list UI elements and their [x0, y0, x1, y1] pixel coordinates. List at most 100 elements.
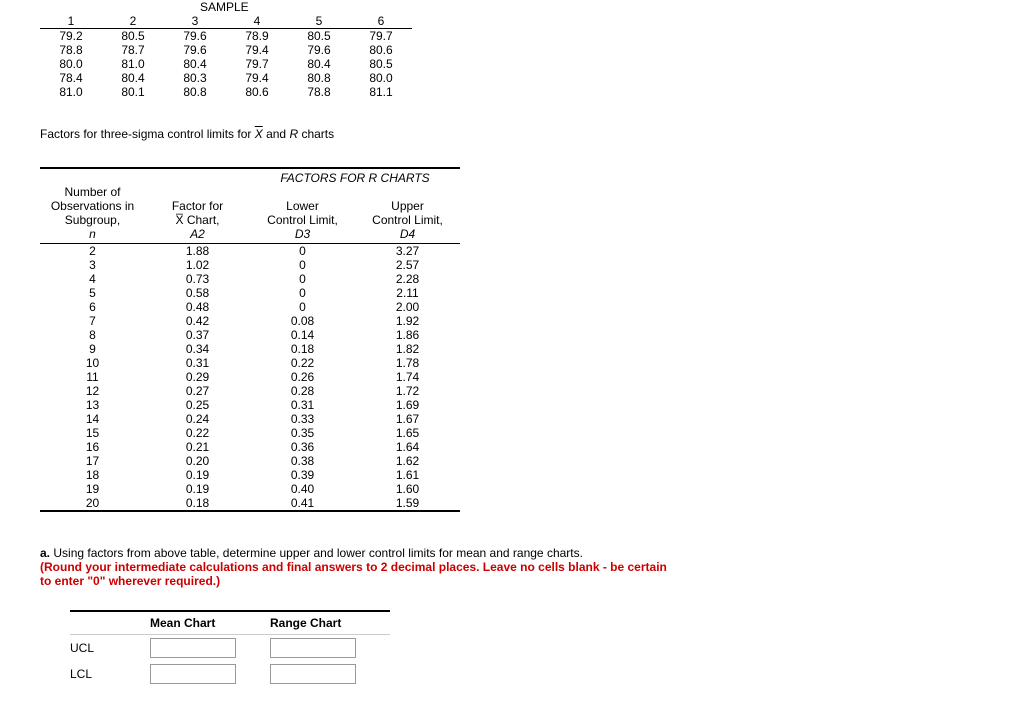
question-letter: a.	[40, 546, 50, 560]
factors-row: 190.190.401.60	[40, 482, 460, 496]
answer-row-ucl: UCL	[70, 635, 390, 662]
sample-table-wrap: SAMPLE 1 2 3 4 5 6 79.280.579.678.980.57…	[40, 0, 1024, 99]
factors-cell-d3: 0.39	[250, 468, 355, 482]
factors-cell-a2: 1.02	[145, 258, 250, 272]
ucl-label: UCL	[70, 635, 150, 662]
sample-row: 78.480.480.379.480.880.0	[40, 71, 412, 85]
factors-cell-n: 20	[40, 496, 145, 510]
question-text: a. Using factors from above table, deter…	[40, 546, 680, 588]
factors-cell-d3: 0.28	[250, 384, 355, 398]
col-n-blank	[40, 169, 145, 185]
factors-table: FACTORS FOR R CHARTS Number of Observati…	[40, 169, 460, 510]
sample-title: SAMPLE	[200, 0, 1024, 14]
factors-cell-d4: 2.00	[355, 300, 460, 314]
factors-cell-d3: 0.38	[250, 454, 355, 468]
factors-cell-d3: 0	[250, 258, 355, 272]
sample-cell: 79.6	[164, 29, 226, 44]
sample-col-6: 6	[350, 14, 412, 29]
answer-table: Mean Chart Range Chart UCL LCL	[70, 612, 390, 687]
factors-cell-d3: 0.35	[250, 426, 355, 440]
factors-row: 90.340.181.82	[40, 342, 460, 356]
factors-cell-n: 5	[40, 286, 145, 300]
factors-cell-d3: 0.31	[250, 398, 355, 412]
factors-cell-a2: 0.21	[145, 440, 250, 454]
factors-cell-d3: 0	[250, 300, 355, 314]
sample-cell: 79.2	[40, 29, 102, 44]
sample-cell: 79.6	[164, 43, 226, 57]
factors-cell-d3: 0.14	[250, 328, 355, 342]
sample-cell: 79.4	[226, 71, 288, 85]
lcl-label: LCL	[70, 661, 150, 687]
sample-row: 79.280.579.678.980.579.7	[40, 29, 412, 44]
sample-cell: 78.9	[226, 29, 288, 44]
factors-cell-a2: 0.19	[145, 468, 250, 482]
factors-row: 150.220.351.65	[40, 426, 460, 440]
xbar-symbol: X	[255, 127, 263, 141]
factors-cell-a2: 0.31	[145, 356, 250, 370]
ucl-range-input[interactable]	[270, 638, 356, 658]
factors-table-wrap: FACTORS FOR R CHARTS Number of Observati…	[40, 167, 460, 512]
sample-cell: 81.0	[102, 57, 164, 71]
question-body: Using factors from above table, determin…	[53, 546, 583, 560]
sample-cell: 78.7	[102, 43, 164, 57]
sample-cell: 80.3	[164, 71, 226, 85]
factors-cell-d3: 0	[250, 244, 355, 259]
sample-cell: 80.5	[288, 29, 350, 44]
factors-cell-a2: 0.29	[145, 370, 250, 384]
sample-cell: 80.1	[102, 85, 164, 99]
answer-col-range: Range Chart	[270, 612, 390, 635]
question-block: a. Using factors from above table, deter…	[40, 546, 680, 588]
answer-table-wrap: Mean Chart Range Chart UCL LCL	[70, 610, 390, 687]
factors-row: 160.210.361.64	[40, 440, 460, 454]
sample-col-3: 3	[164, 14, 226, 29]
sample-cell: 80.6	[226, 85, 288, 99]
ucl-mean-input[interactable]	[150, 638, 236, 658]
answer-col-mean: Mean Chart	[150, 612, 270, 635]
factors-cell-n: 2	[40, 244, 145, 259]
lcl-mean-input[interactable]	[150, 664, 236, 684]
answer-row-lcl: LCL	[70, 661, 390, 687]
sample-row: 81.080.180.880.678.881.1	[40, 85, 412, 99]
factors-row: 31.0202.57	[40, 258, 460, 272]
sample-cell: 79.7	[226, 57, 288, 71]
sample-cell: 79.4	[226, 43, 288, 57]
sample-cell: 80.6	[350, 43, 412, 57]
factors-row: 80.370.141.86	[40, 328, 460, 342]
lcl-range-input[interactable]	[270, 664, 356, 684]
sample-cell: 80.8	[288, 71, 350, 85]
sample-table: 1 2 3 4 5 6 79.280.579.678.980.579.778.8…	[40, 14, 412, 99]
factors-caption: Factors for three-sigma control limits f…	[40, 127, 1024, 141]
sample-cell: 78.4	[40, 71, 102, 85]
factors-cell-d4: 1.69	[355, 398, 460, 412]
header-d4: Upper Control Limit, D4	[355, 185, 460, 244]
sample-cell: 79.7	[350, 29, 412, 44]
factors-cell-n: 4	[40, 272, 145, 286]
factors-cell-n: 12	[40, 384, 145, 398]
factors-row: 110.290.261.74	[40, 370, 460, 384]
factors-cell-d3: 0.41	[250, 496, 355, 510]
factors-cell-n: 15	[40, 426, 145, 440]
header-n: Number of Observations in Subgroup, n	[40, 185, 145, 244]
sample-cell: 78.8	[288, 85, 350, 99]
factors-cell-d4: 2.11	[355, 286, 460, 300]
factors-cell-a2: 0.48	[145, 300, 250, 314]
factors-cell-a2: 1.88	[145, 244, 250, 259]
factors-row: 60.4802.00	[40, 300, 460, 314]
factors-cell-a2: 0.37	[145, 328, 250, 342]
factors-row: 70.420.081.92	[40, 314, 460, 328]
caption-suffix: charts	[298, 127, 334, 141]
sample-cell: 80.5	[102, 29, 164, 44]
factors-row: 100.310.221.78	[40, 356, 460, 370]
sample-col-1: 1	[40, 14, 102, 29]
answer-header-row: Mean Chart Range Chart	[70, 612, 390, 635]
factors-row: 50.5802.11	[40, 286, 460, 300]
sample-cell: 81.0	[40, 85, 102, 99]
sample-cell: 78.8	[40, 43, 102, 57]
factors-header-row: Number of Observations in Subgroup, n Fa…	[40, 185, 460, 244]
factors-cell-a2: 0.18	[145, 496, 250, 510]
factors-cell-d4: 1.65	[355, 426, 460, 440]
rcharts-group-label: FACTORS FOR R CHARTS	[250, 169, 460, 185]
page: SAMPLE 1 2 3 4 5 6 79.280.579.678.980.57…	[0, 0, 1024, 704]
factors-cell-d4: 1.78	[355, 356, 460, 370]
factors-cell-d4: 1.82	[355, 342, 460, 356]
